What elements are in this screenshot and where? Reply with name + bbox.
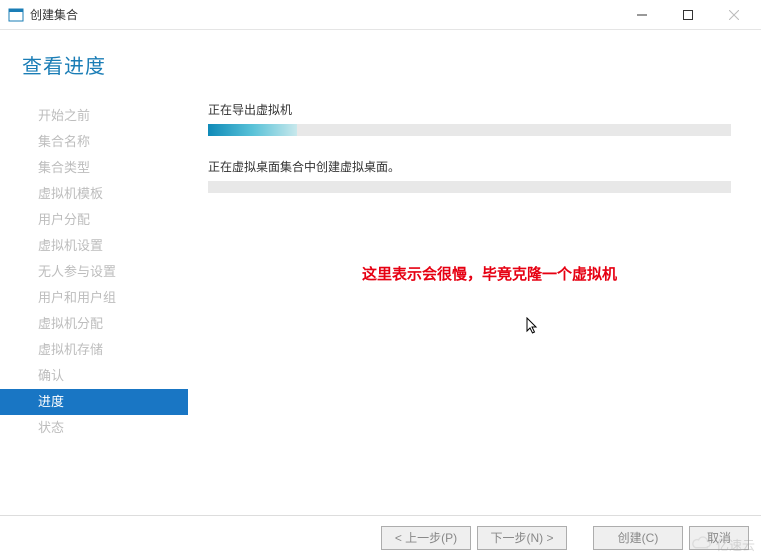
page-header: 查看进度 [0, 30, 761, 95]
close-button[interactable] [711, 0, 757, 30]
sidebar-item-vm-alloc: 虚拟机分配 [0, 311, 188, 337]
progress-bar-create [208, 181, 731, 193]
wizard-footer: < 上一步(P) 下一步(N) > 创建(C) 取消 [0, 515, 761, 559]
sidebar-item-confirm: 确认 [0, 363, 188, 389]
sidebar-item-before-start: 开始之前 [0, 103, 188, 129]
annotation-text: 这里表示会很慢，毕竟克隆一个虚拟机 [268, 265, 711, 285]
wizard-body: 开始之前 集合名称 集合类型 虚拟机模板 用户分配 虚拟机设置 无人参与设置 用… [0, 95, 761, 513]
next-button[interactable]: 下一步(N) > [477, 526, 567, 550]
window-controls [619, 0, 757, 30]
page-title: 查看进度 [22, 50, 753, 79]
sidebar-item-user-assign: 用户分配 [0, 207, 188, 233]
task-label-export: 正在导出虚拟机 [208, 101, 731, 118]
create-button[interactable]: 创建(C) [593, 526, 683, 550]
sidebar-item-vm-template: 虚拟机模板 [0, 181, 188, 207]
sidebar-item-unattended: 无人参与设置 [0, 259, 188, 285]
task-label-create: 正在虚拟桌面集合中创建虚拟桌面。 [208, 158, 731, 175]
cursor-icon [526, 317, 540, 338]
titlebar: 创建集合 [0, 0, 761, 30]
cancel-button[interactable]: 取消 [689, 526, 749, 550]
minimize-button[interactable] [619, 0, 665, 30]
progress-fill-export [208, 124, 297, 136]
prev-button[interactable]: < 上一步(P) [381, 526, 471, 550]
sidebar-item-status: 状态 [0, 415, 188, 441]
sidebar-item-collection-name: 集合名称 [0, 129, 188, 155]
window-title: 创建集合 [30, 6, 78, 23]
progress-bar-export [208, 124, 731, 136]
app-icon [8, 7, 24, 23]
sidebar-item-progress: 进度 [0, 389, 188, 415]
wizard-sidebar: 开始之前 集合名称 集合类型 虚拟机模板 用户分配 虚拟机设置 无人参与设置 用… [0, 95, 188, 513]
sidebar-item-vm-storage: 虚拟机存储 [0, 337, 188, 363]
maximize-button[interactable] [665, 0, 711, 30]
sidebar-item-collection-type: 集合类型 [0, 155, 188, 181]
sidebar-item-users-groups: 用户和用户组 [0, 285, 188, 311]
wizard-main: 正在导出虚拟机 正在虚拟桌面集合中创建虚拟桌面。 这里表示会很慢，毕竟克隆一个虚… [188, 95, 761, 513]
sidebar-item-vm-settings: 虚拟机设置 [0, 233, 188, 259]
